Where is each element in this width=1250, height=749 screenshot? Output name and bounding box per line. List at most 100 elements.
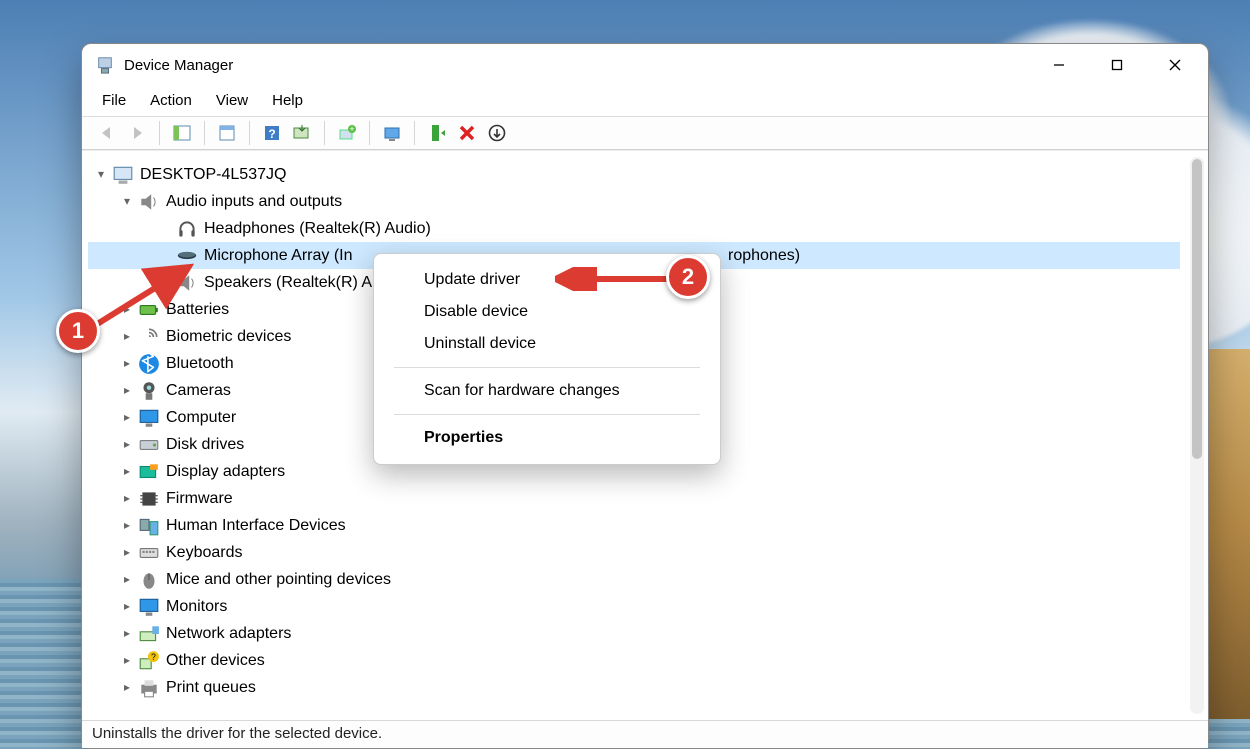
toolbar: ? + [82,116,1208,150]
tree-category-label: Cameras [166,377,231,404]
tree-category-monitors[interactable]: Monitors [88,593,1180,620]
camera-icon [138,380,160,402]
help-button[interactable]: ? [258,120,286,146]
uninstall-device-button[interactable] [453,120,481,146]
tree-item-label-prefix: Microphone Array (In [204,242,353,269]
back-button[interactable] [93,120,121,146]
tree-category-label: Keyboards [166,539,243,566]
tree-category-other[interactable]: ? Other devices [88,647,1180,674]
maximize-button[interactable] [1088,44,1146,86]
tree-category-label: Batteries [166,296,229,323]
monitor-icon [138,407,160,429]
chevron-right-icon[interactable] [120,539,134,566]
chevron-right-icon[interactable] [120,566,134,593]
chevron-down-icon[interactable] [120,188,134,215]
chevron-right-icon[interactable] [120,674,134,701]
microphone-icon [176,245,198,267]
tree-category-label: Disk drives [166,431,244,458]
chevron-right-icon[interactable] [120,377,134,404]
mouse-icon [138,569,160,591]
add-legacy-hardware-button[interactable]: + [333,120,361,146]
context-menu-disable-device[interactable]: Disable device [374,296,720,328]
chevron-down-icon[interactable] [94,161,108,188]
hid-icon [138,515,160,537]
tree-category-keyboards[interactable]: Keyboards [88,539,1180,566]
computer-icon [112,164,134,186]
chevron-right-icon[interactable] [120,350,134,377]
chevron-right-icon[interactable] [120,485,134,512]
tree-item-label: Headphones (Realtek(R) Audio) [204,215,431,242]
scan-hardware-button[interactable] [288,120,316,146]
chevron-right-icon[interactable] [120,593,134,620]
tree-category-label: Mice and other pointing devices [166,566,391,593]
menu-help[interactable]: Help [262,89,313,112]
properties-button[interactable] [213,120,241,146]
tree-category-label: Print queues [166,674,256,701]
disable-device-button[interactable] [483,120,511,146]
tree-item-label: Speakers (Realtek(R) A [204,269,372,296]
annotation-label: 1 [72,318,84,344]
show-hide-tree-button[interactable] [168,120,196,146]
chevron-right-icon[interactable] [120,620,134,647]
speaker-icon [138,191,160,213]
headphones-icon [176,218,198,240]
chevron-right-icon[interactable] [120,647,134,674]
speaker-icon [176,272,198,294]
chevron-right-icon[interactable] [120,512,134,539]
tree-category-print[interactable]: Print queues [88,674,1180,701]
tree-item-headphones[interactable]: Headphones (Realtek(R) Audio) [88,215,1180,242]
menu-view[interactable]: View [206,89,258,112]
update-driver-button[interactable] [378,120,406,146]
tree-category-label: Other devices [166,647,265,674]
tree-category-label: Monitors [166,593,227,620]
tree-category-label: Biometric devices [166,323,291,350]
context-menu-uninstall-device[interactable]: Uninstall device [374,328,720,360]
tree-category-label: Computer [166,404,236,431]
close-button[interactable] [1146,44,1204,86]
vertical-scrollbar[interactable] [1190,157,1204,714]
other-devices-icon: ? [138,650,160,672]
chevron-right-icon[interactable] [120,458,134,485]
tree-category-network[interactable]: Network adapters [88,620,1180,647]
svg-text:?: ? [151,651,156,661]
menu-action[interactable]: Action [140,89,202,112]
annotation-label: 2 [682,264,694,290]
svg-text:+: + [349,124,354,134]
chevron-right-icon[interactable] [120,404,134,431]
menu-file[interactable]: File [92,89,136,112]
printer-icon [138,677,160,699]
tree-category-label: Network adapters [166,620,291,647]
minimize-button[interactable] [1030,44,1088,86]
svg-text:?: ? [268,127,275,141]
statusbar: Uninstalls the driver for the selected d… [82,720,1208,748]
annotation-badge-1: 1 [56,309,100,353]
status-text: Uninstalls the driver for the selected d… [92,725,382,742]
context-menu-separator [394,414,700,415]
tree-category-hid[interactable]: Human Interface Devices [88,512,1180,539]
forward-button[interactable] [123,120,151,146]
chevron-right-icon[interactable] [120,296,134,323]
chevron-right-icon[interactable] [120,431,134,458]
menubar: File Action View Help [82,86,1208,116]
window-title: Device Manager [124,57,233,74]
chip-icon [138,488,160,510]
scrollbar-thumb[interactable] [1192,159,1202,459]
tree-root-label: DESKTOP-4L537JQ [140,161,286,188]
chevron-right-icon[interactable] [120,323,134,350]
enable-device-button[interactable] [423,120,451,146]
tree-category-firmware[interactable]: Firmware [88,485,1180,512]
context-menu-properties[interactable]: Properties [374,422,720,454]
battery-icon [138,299,160,321]
tree-root[interactable]: DESKTOP-4L537JQ [88,161,1180,188]
tree-category-label: Audio inputs and outputs [166,188,342,215]
context-menu-separator [394,367,700,368]
network-icon [138,623,160,645]
tree-category-audio[interactable]: Audio inputs and outputs [88,188,1180,215]
fingerprint-icon [138,326,160,348]
annotation-badge-2: 2 [666,255,710,299]
tree-item-label-suffix: rophones) [728,242,800,269]
tree-category-label: Display adapters [166,458,285,485]
bluetooth-icon [138,353,160,375]
tree-category-mice[interactable]: Mice and other pointing devices [88,566,1180,593]
context-menu-scan-hardware[interactable]: Scan for hardware changes [374,375,720,407]
